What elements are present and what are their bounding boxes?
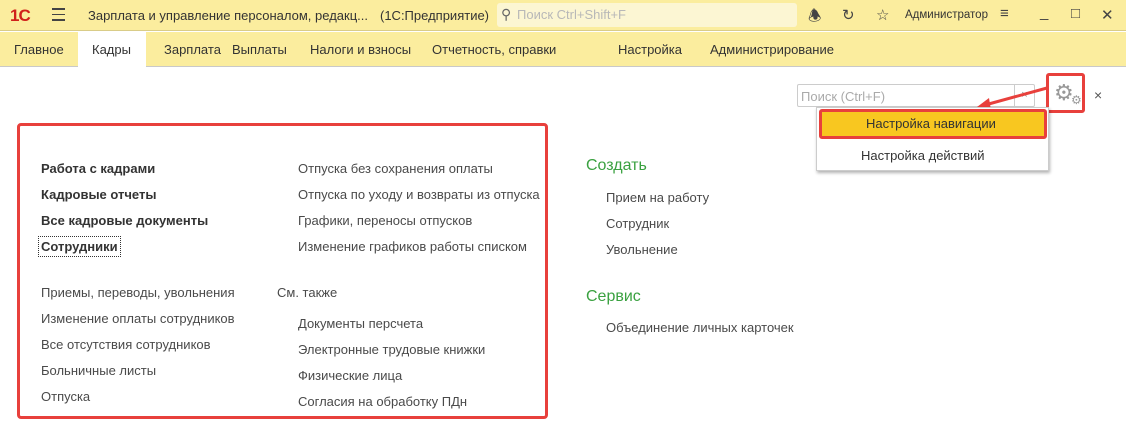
search-placeholder: Поиск (Ctrl+F) — [801, 89, 886, 104]
service-heading: Сервис — [586, 288, 641, 305]
nav-link[interactable]: Все отсутствия сотрудников — [41, 337, 211, 352]
settings-dropdown: Настройка навигации Настройка действий — [816, 107, 1049, 171]
create-link[interactable]: Увольнение — [606, 242, 678, 257]
tab-taxes[interactable]: Налоги и взносы — [296, 32, 425, 67]
search-placeholder: Поиск Ctrl+Shift+F — [517, 7, 626, 22]
close-page-icon[interactable]: × — [1094, 87, 1102, 103]
menu-item-action-settings[interactable]: Настройка действий — [817, 141, 1048, 171]
gear-icon[interactable]: ⚙ ⚙ — [1046, 73, 1085, 113]
nav-link[interactable]: Сотрудники — [38, 236, 121, 257]
nav-link[interactable]: Кадровые отчеты — [41, 187, 156, 202]
nav-link[interactable]: Графики, переносы отпусков — [298, 213, 472, 228]
nav-link[interactable]: Приемы, переводы, увольнения — [41, 285, 235, 300]
menu-icon[interactable] — [52, 8, 65, 25]
section-tabs: Главное Кадры Зарплата Выплаты Налоги и … — [0, 32, 1126, 67]
star-icon[interactable]: ☆ — [876, 6, 889, 24]
create-link[interactable]: Сотрудник — [606, 216, 669, 231]
search-icon: ⚲ — [501, 6, 512, 22]
window-subtitle: (1С:Предприятие) — [380, 8, 490, 23]
tab-hr[interactable]: Кадры — [78, 32, 146, 67]
tab-settings[interactable]: Настройка — [604, 32, 696, 67]
see-also-label: См. также — [277, 285, 338, 300]
nav-link[interactable]: Изменение оплаты сотрудников — [41, 311, 235, 326]
bell-icon[interactable]: 🕭 — [808, 6, 821, 31]
tab-payments[interactable]: Выплаты — [218, 32, 301, 67]
nav-link[interactable]: Изменение графиков работы списком — [298, 239, 527, 254]
window-title: Зарплата и управление персоналом, редакц… — [88, 8, 368, 23]
tab-administration[interactable]: Администрирование — [696, 32, 848, 67]
create-heading: Создать — [586, 157, 647, 174]
user-name[interactable]: Администратор — [905, 9, 988, 21]
nav-link[interactable]: Отпуска без сохранения оплаты — [298, 161, 493, 176]
nav-link[interactable]: Больничные листы — [41, 363, 156, 378]
close-window-icon[interactable]: ✕ — [1101, 6, 1114, 24]
create-link[interactable]: Прием на работу — [606, 190, 709, 205]
tab-main[interactable]: Главное — [0, 32, 78, 67]
maximize-icon[interactable]: □ — [1071, 5, 1080, 22]
global-search-input[interactable]: ⚲ Поиск Ctrl+Shift+F — [497, 3, 797, 27]
nav-link[interactable]: Документы персчета — [298, 316, 423, 331]
nav-link[interactable]: Согласия на обработку ПДн — [298, 394, 467, 409]
nav-link[interactable]: Работа с кадрами — [41, 161, 155, 176]
nav-link[interactable]: Отпуска — [41, 389, 90, 404]
history-icon[interactable]: ↻ — [842, 6, 855, 24]
nav-link[interactable]: Отпуска по уходу и возвраты из отпуска — [298, 187, 540, 202]
service-link[interactable]: Объединение личных карточек — [606, 320, 794, 335]
nav-link[interactable]: Все кадровые документы — [41, 213, 208, 228]
minimize-icon[interactable]: _ — [1040, 4, 1048, 21]
nav-link[interactable]: Физические лица — [298, 368, 402, 383]
title-bar: 1С Зарплата и управление персоналом, ред… — [0, 0, 1126, 31]
settings-menu-icon[interactable]: ≡ — [1000, 5, 1009, 22]
menu-item-navigation-settings[interactable]: Настройка навигации — [819, 109, 1047, 139]
tab-reports[interactable]: Отчетность, справки — [418, 32, 570, 67]
nav-link[interactable]: Электронные трудовые книжки — [298, 342, 485, 357]
1c-logo: 1С — [10, 6, 31, 25]
